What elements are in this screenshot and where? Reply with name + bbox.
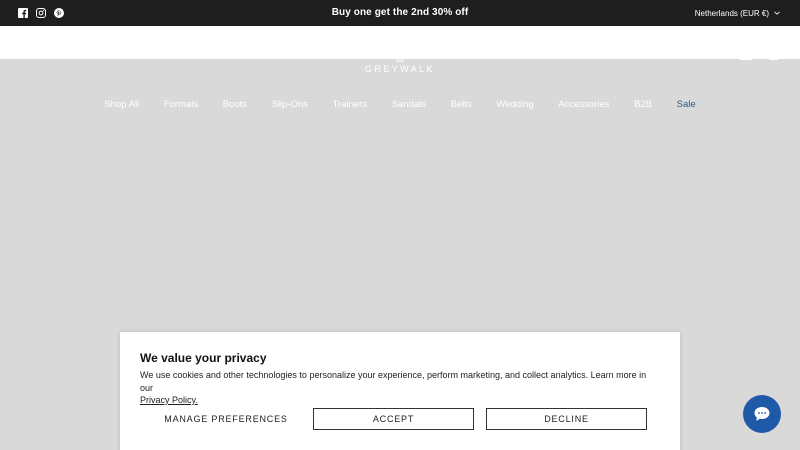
accept-button[interactable]: Accept	[313, 408, 474, 430]
nav-item-accessories[interactable]: Accessories	[546, 99, 622, 111]
announcement-bar: Buy one get the 2nd 30% off Netherlands …	[0, 0, 800, 26]
nav-item-sandals[interactable]: Sandals	[379, 99, 438, 111]
brand-logo[interactable]: GREYWALK	[0, 64, 800, 74]
nav-item-formals[interactable]: Formals	[151, 99, 210, 111]
nav-item-b2b[interactable]: B2B	[622, 99, 665, 111]
chat-bubble-icon	[754, 407, 770, 421]
header-bar	[0, 26, 800, 59]
nav-item-belts[interactable]: Belts	[438, 99, 484, 111]
privacy-policy-link[interactable]: Privacy Policy.	[140, 395, 198, 405]
cookie-title: We value your privacy	[140, 351, 267, 365]
locale-selector[interactable]: Netherlands (EUR €)	[695, 0, 780, 26]
main-navigation: Shop All Formals Boots Slip-Ons Trainers…	[0, 99, 800, 111]
nav-item-sale[interactable]: Sale	[664, 99, 708, 111]
locale-label: Netherlands (EUR €)	[694, 8, 769, 18]
chat-button[interactable]	[743, 395, 781, 433]
decline-button[interactable]: Decline	[486, 408, 647, 430]
promo-text: Buy one get the 2nd 30% off	[331, 7, 469, 18]
cookie-body-text: We use cookies and other technologies to…	[140, 370, 647, 393]
nav-item-wedding[interactable]: Wedding	[484, 99, 546, 111]
manage-preferences-button[interactable]: Manage Preferences	[140, 408, 312, 430]
account-icon[interactable]	[740, 52, 752, 60]
nav-item-boots[interactable]: Boots	[210, 99, 259, 111]
cookie-body: We use cookies and other technologies to…	[140, 369, 660, 407]
search-icon[interactable]	[21, 52, 33, 60]
nav-item-slip-ons[interactable]: Slip-Ons	[259, 99, 320, 111]
chevron-down-icon	[774, 11, 780, 15]
cookie-banner: We value your privacy We use cookies and…	[120, 332, 680, 450]
logo-mark-icon	[396, 59, 404, 62]
nav-item-trainers[interactable]: Trainers	[320, 99, 379, 111]
cart-icon[interactable]	[768, 52, 778, 60]
nav-item-shop-all[interactable]: Shop All	[92, 99, 151, 111]
